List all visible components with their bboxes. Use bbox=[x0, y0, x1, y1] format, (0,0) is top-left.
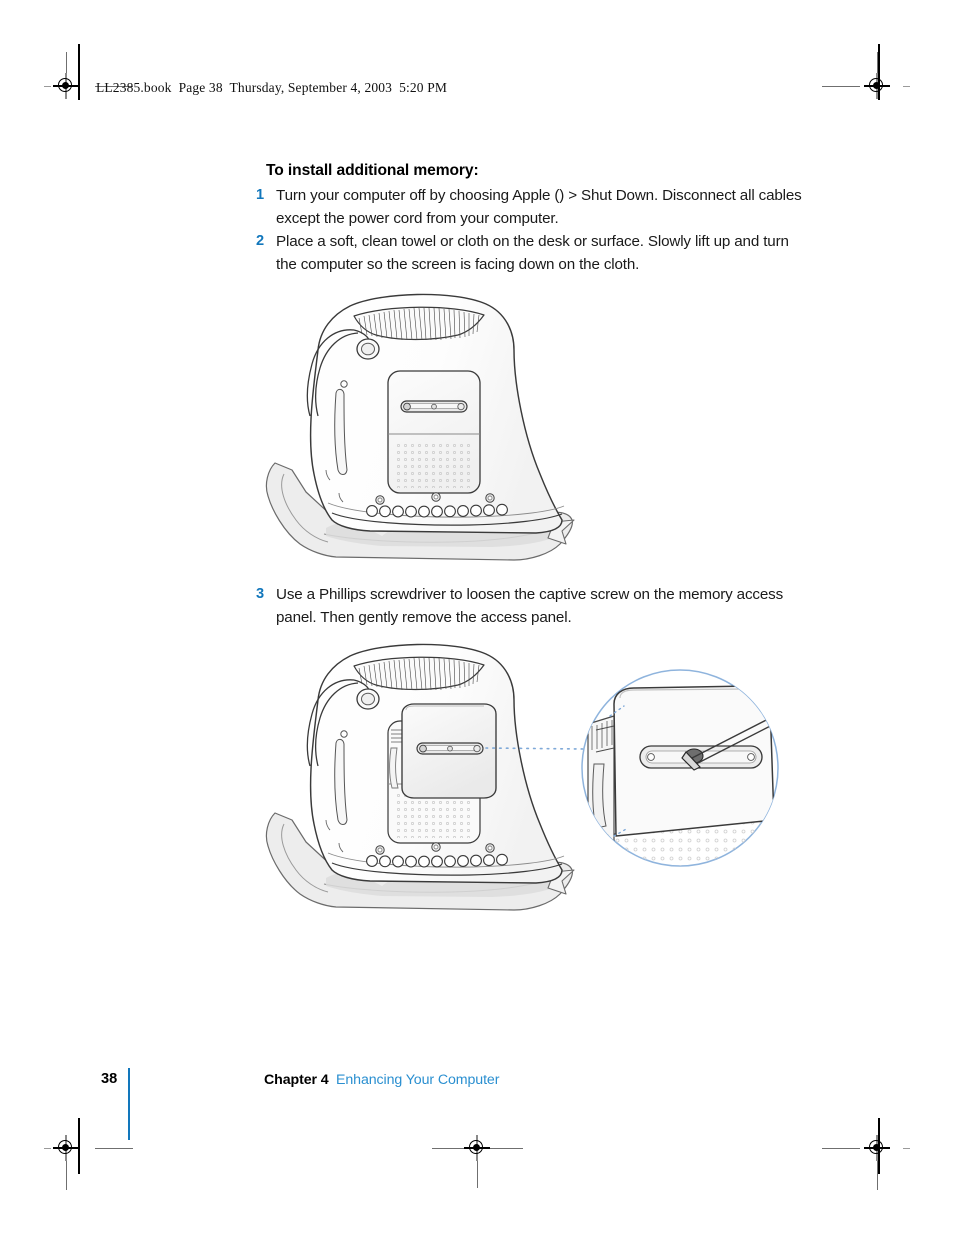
step-text-1: Turn your computer off by choosing Apple… bbox=[276, 184, 810, 230]
page-heading: To install additional memory: bbox=[266, 162, 479, 179]
figure-imac-access-panel-removal-with-callout bbox=[262, 638, 802, 923]
page-number: 38 bbox=[101, 1071, 118, 1087]
step-number-2: 2 bbox=[256, 233, 264, 249]
power-port-grommet bbox=[356, 338, 380, 360]
panel-perforations bbox=[394, 440, 474, 488]
memory-access-panel bbox=[387, 370, 481, 494]
step-number-1: 1 bbox=[256, 187, 264, 203]
step-item-2: 2 Place a soft, clean towel or cloth on … bbox=[250, 230, 810, 276]
magnified-callout bbox=[581, 669, 779, 867]
port-circles bbox=[366, 503, 508, 518]
footer-chapter-title: Enhancing Your Computer bbox=[336, 1072, 500, 1088]
port-circles bbox=[366, 853, 508, 868]
callout-dome-edge bbox=[587, 715, 615, 853]
page-content: To install additional memory: 1 Turn you… bbox=[0, 0, 954, 1235]
captive-screw bbox=[400, 400, 468, 413]
figure-imac-base-upside-down-on-cloth bbox=[262, 288, 592, 573]
figure-1-illustration bbox=[265, 293, 575, 561]
step-1-text-before: Turn your computer off by choosing Apple… bbox=[276, 187, 560, 204]
callout-leader-line bbox=[485, 747, 585, 750]
callout-captive-screw bbox=[639, 745, 763, 769]
footer-vertical-rule bbox=[128, 1068, 130, 1140]
power-port-grommet bbox=[356, 688, 380, 710]
step-item-3: 3 Use a Phillips screwdriver to loosen t… bbox=[250, 583, 810, 629]
step-number-3: 3 bbox=[256, 586, 264, 602]
captive-screw bbox=[416, 742, 484, 755]
figure-2-illustration bbox=[265, 643, 779, 911]
step-text-2: Place a soft, clean towel or cloth on th… bbox=[276, 233, 789, 273]
step-item-1: 1 Turn your computer off by choosing App… bbox=[250, 184, 810, 230]
step-text-3: Use a Phillips screwdriver to loosen the… bbox=[276, 586, 784, 626]
footer-chapter-label: Chapter 4 bbox=[264, 1072, 329, 1088]
